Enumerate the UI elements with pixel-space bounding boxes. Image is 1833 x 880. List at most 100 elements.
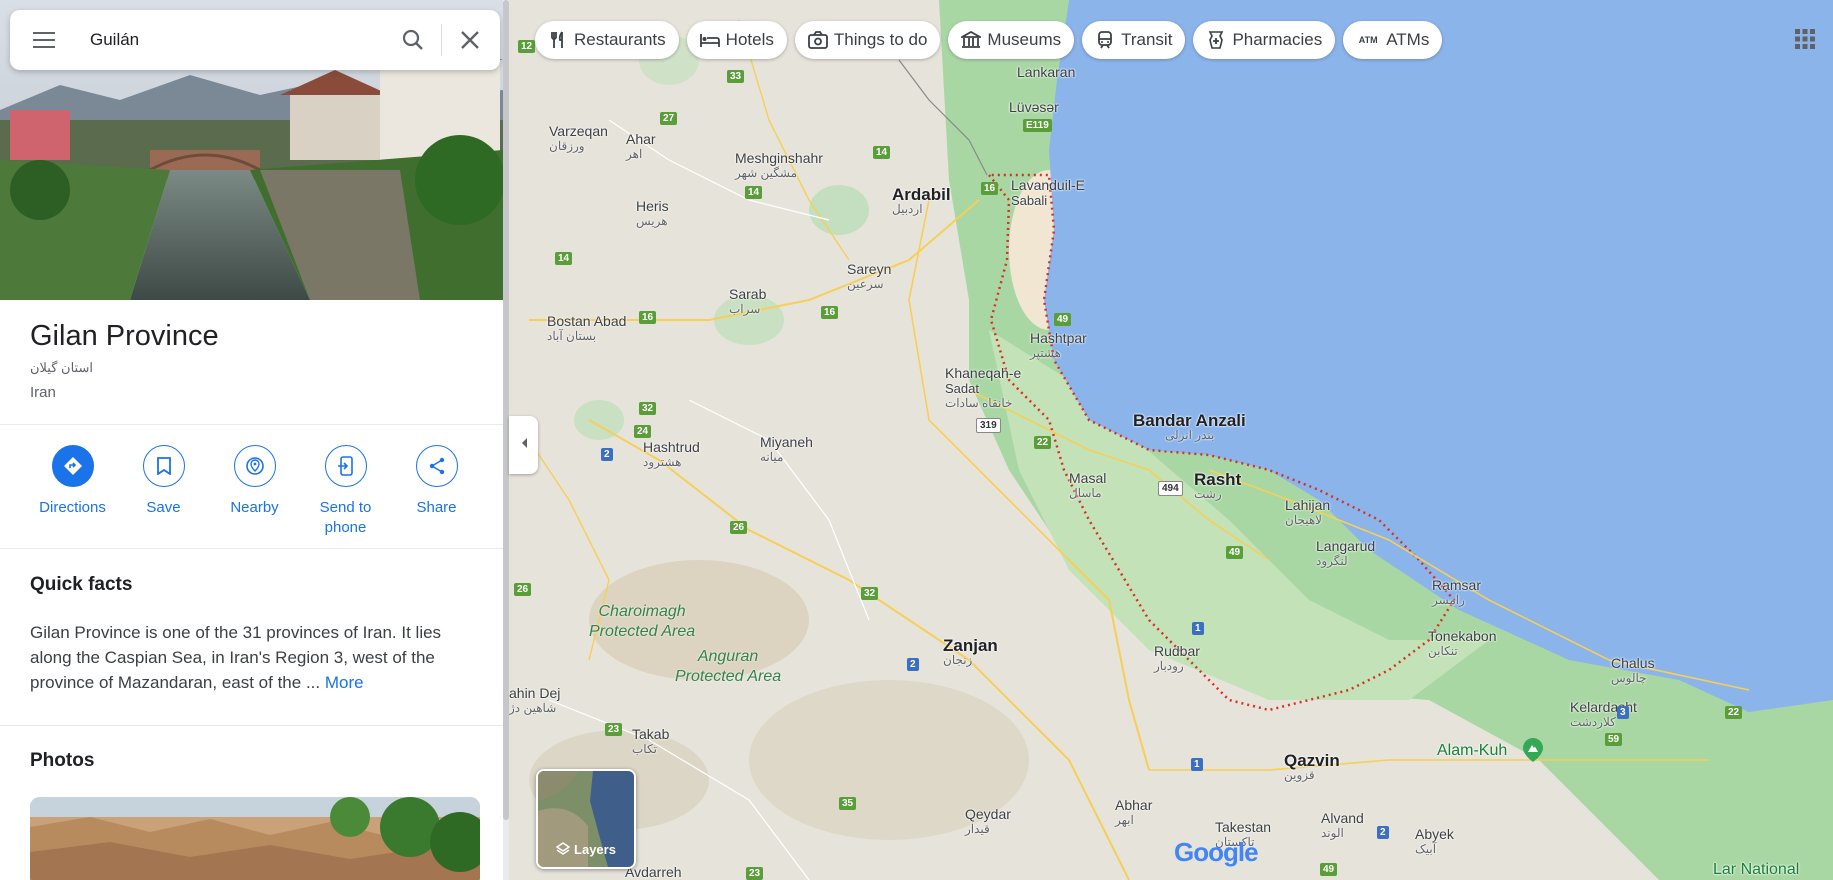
map-label-avdarreh[interactable]: Avdarreh <box>625 865 682 880</box>
chip-atms[interactable]: ATM ATMs <box>1343 21 1443 59</box>
map-label-tonekabon-fa: تنکابن <box>1428 644 1458 658</box>
map-label-zanjan[interactable]: Zanjan زنجان <box>943 637 998 668</box>
map-label-miyaneh[interactable]: Miyaneh میانه <box>760 435 813 465</box>
map-label-chalus-name: Chalus <box>1611 655 1655 671</box>
map-label-alvand-name: Alvand <box>1321 810 1364 826</box>
map-label-sarab-fa: سراب <box>729 302 761 316</box>
map-label-khaneqah[interactable]: Khaneqah-e Sadat خانقاه سادات <box>945 366 1021 411</box>
map-label-alvand[interactable]: Alvand الوند <box>1321 811 1364 841</box>
map-label-tonekabon[interactable]: Tonekabon تنکابن <box>1428 629 1497 659</box>
map-label-meshginshahr[interactable]: Meshginshahr مشگین شهر <box>735 151 823 181</box>
road-shield: 12 <box>518 40 536 53</box>
map-label-sarab-name: Sarab <box>729 286 767 302</box>
map-canvas[interactable]: Lankaran Lüvəsər Ardabil اردبیل Lavanduil… <box>509 0 1833 880</box>
map-label-bostanabad[interactable]: Bostan Abad بستان آباد <box>547 314 626 344</box>
map-label-qazvin[interactable]: Qazvin قزوین <box>1284 752 1340 783</box>
map-label-shahindej-fa: شاهین دژ <box>509 701 557 715</box>
nearby-icon <box>233 445 276 487</box>
divider <box>0 424 503 425</box>
apps-grid-icon[interactable] <box>1794 28 1816 50</box>
map-label-langarud[interactable]: Langarud لنگرود <box>1316 539 1375 569</box>
map-label-sareyn[interactable]: Sareyn سرعین <box>847 262 891 292</box>
search-icon[interactable] <box>391 18 435 62</box>
road-shield: 24 <box>634 425 652 438</box>
road-shield: 16 <box>821 306 839 319</box>
map-label-abhar[interactable]: Abhar ابهر <box>1115 798 1152 828</box>
chevron-left-icon <box>520 436 528 454</box>
map-label-lahijan[interactable]: Lahijan لاهیجان <box>1285 498 1330 528</box>
map-label-luvaser[interactable]: Lüvəsər <box>1009 100 1059 115</box>
map-label-larnational[interactable]: Lar National <box>1713 862 1799 878</box>
search-divider <box>441 24 442 56</box>
directions-button[interactable]: Directions <box>27 445 118 538</box>
side-panel: Guilán Gilan Province استان گیلان Iran D… <box>0 0 503 880</box>
road-shield: 2 <box>907 658 919 671</box>
map-label-anguran[interactable]: Anguran Protected Area <box>675 647 781 687</box>
map-label-bandaranzali[interactable]: Bandar Anzali بندر انزلی <box>1133 412 1246 443</box>
map-label-rudbar[interactable]: Rudbar رودبار <box>1154 644 1200 674</box>
chip-things-to-do[interactable]: Things to do <box>794 21 941 59</box>
map-label-bandaranzali-fa: بندر انزلی <box>1165 428 1215 442</box>
map-label-rasht[interactable]: Rasht رشت <box>1194 471 1241 502</box>
map-label-takab[interactable]: Takab تکاب <box>632 727 669 757</box>
chip-hotels[interactable]: Hotels <box>686 21 787 59</box>
map-label-hashtpar-fa: هشتپر <box>1030 346 1061 360</box>
directions-label: Directions <box>39 499 106 516</box>
map-label-chalus[interactable]: Chalus چالوس <box>1611 656 1655 686</box>
road-shield: 3 <box>1617 706 1629 719</box>
map-label-lankaran[interactable]: Lankaran <box>1017 65 1075 80</box>
road-shield: 33 <box>727 70 745 83</box>
layers-button[interactable]: Layers <box>536 769 636 869</box>
road-shield: 22 <box>1034 436 1052 449</box>
search-input[interactable]: Guilán <box>66 30 391 50</box>
map-label-hashtpar[interactable]: Hashtpar هشتپر <box>1030 331 1087 361</box>
map-label-rudbar-fa: رودبار <box>1154 659 1184 673</box>
map-label-ahar[interactable]: Ahar اهر <box>626 132 656 162</box>
map-label-sarab[interactable]: Sarab سراب <box>729 287 766 317</box>
map-label-ramsar[interactable]: Ramsar رامسر <box>1432 578 1481 608</box>
share-button[interactable]: Share <box>391 445 482 538</box>
road-shield: 23 <box>605 723 623 736</box>
map-label-takab-name: Takab <box>632 726 670 742</box>
road-shield: 32 <box>861 587 879 600</box>
nearby-button[interactable]: Nearby <box>209 445 300 538</box>
map-label-charoimagh[interactable]: Charoimagh Protected Area <box>589 602 695 642</box>
chip-restaurants[interactable]: Restaurants <box>535 21 679 59</box>
layers-label: Layers <box>538 842 634 859</box>
map-label-sadat: Sadat <box>945 381 979 396</box>
map-label-heris-fa: هریس <box>636 214 668 228</box>
collapse-panel-button[interactable] <box>509 416 538 474</box>
map-label-ardabil[interactable]: Ardabil اردبیل <box>892 186 951 217</box>
scrollbar-thumb[interactable] <box>503 0 509 820</box>
map-label-takab-fa: تکاب <box>632 742 657 756</box>
more-link[interactable]: More <box>325 673 364 692</box>
map-label-qeydar[interactable]: Qeydar قیدار <box>965 807 1011 837</box>
photo-thumbnail[interactable] <box>30 797 480 880</box>
close-icon[interactable] <box>448 18 492 62</box>
map-label-ahar-name: Ahar <box>626 131 656 147</box>
divider <box>0 548 503 549</box>
chip-label: ATMs <box>1386 30 1430 49</box>
send-to-phone-button[interactable]: Send to phone <box>300 445 391 538</box>
bookmark-icon <box>142 445 185 487</box>
chip-pharmacies[interactable]: Pharmacies <box>1193 21 1336 59</box>
map-label-abyek[interactable]: Abyek آبیک <box>1415 827 1454 857</box>
road-shield: 14 <box>873 146 891 159</box>
alamkuh-pin-icon[interactable] <box>1523 738 1543 767</box>
save-button[interactable]: Save <box>118 445 209 538</box>
layers-text: Layers <box>574 841 616 857</box>
map-label-masal-fa: ماسال <box>1069 486 1102 500</box>
map-label-varzeqan[interactable]: Varzeqan ورزقان <box>549 124 608 154</box>
map-label-hashtrud[interactable]: Hashtrud هشترود <box>643 440 700 470</box>
map-label-alamkuh[interactable]: Alam-Kuh <box>1437 743 1507 759</box>
chip-transit[interactable]: Transit <box>1082 21 1186 59</box>
map-label-shahindej[interactable]: ahin Dej شاهین دژ <box>509 686 560 716</box>
chip-museums[interactable]: Museums <box>948 21 1075 59</box>
send-to-phone-label: Send to phone <box>319 499 372 536</box>
menu-icon[interactable] <box>22 18 66 62</box>
chip-label: Transit <box>1121 30 1173 49</box>
map-label-khaneqah-name: Khaneqah-e <box>945 365 1022 381</box>
map-label-masal[interactable]: Masal ماسال <box>1069 471 1106 501</box>
map-label-heris[interactable]: Heris هریس <box>636 199 669 229</box>
map-label-lavanduil[interactable]: Lavanduil-E Sabali <box>1011 178 1085 209</box>
